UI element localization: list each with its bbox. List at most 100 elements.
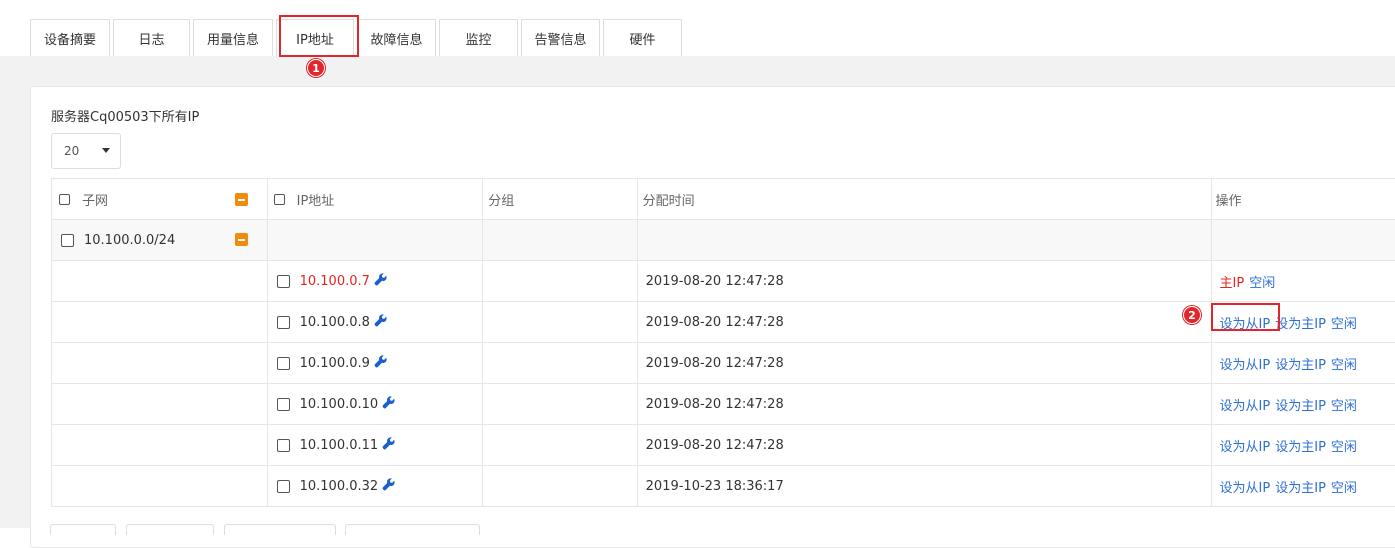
row-checkbox[interactable] <box>277 316 290 329</box>
wrench-icon[interactable] <box>374 314 387 331</box>
time-cell: 2019-08-20 12:47:28 <box>637 384 1211 425</box>
bottom-button[interactable] <box>345 524 480 535</box>
row-checkbox[interactable] <box>277 480 290 493</box>
wrench-icon[interactable] <box>374 273 387 290</box>
row-checkbox[interactable] <box>277 439 290 452</box>
minus-square-icon[interactable] <box>235 233 248 246</box>
set-primary-ip-link[interactable]: 设为主IP <box>1275 395 1326 414</box>
subnet-row: 10.100.0.0/24 <box>52 220 1395 261</box>
assigned-time: 2019-08-20 12:47:28 <box>646 356 784 371</box>
table-header: 子网 IP地址 分组 分配时间 操作 <box>52 179 1395 220</box>
table-row: 10.100.0.11 2019-08-20 12:47:28 设为从IP 设为… <box>52 425 1395 466</box>
header-time-label: 分配时间 <box>643 190 695 209</box>
bottom-button[interactable] <box>224 524 336 535</box>
page-size-select[interactable]: 20 <box>51 133 121 169</box>
set-secondary-ip-link[interactable]: 设为从IP <box>1220 395 1271 414</box>
panel-title: 服务器Cq00503下所有IP <box>51 106 199 125</box>
row-checkbox[interactable] <box>277 398 290 411</box>
time-cell: 2019-08-20 12:47:28 <box>637 302 1211 343</box>
step-badge-2: 2 <box>1183 306 1201 324</box>
header-time: 分配时间 <box>637 179 1211 220</box>
tab-hardware[interactable]: 硬件 <box>603 19 682 56</box>
tab-monitoring[interactable]: 监控 <box>439 19 518 56</box>
idle-link[interactable]: 空闲 <box>1249 272 1275 291</box>
set-secondary-ip-link[interactable]: 设为从IP <box>1220 436 1271 455</box>
ip-cell: 10.100.0.8 <box>267 302 483 343</box>
ip-value: 10.100.0.11 <box>300 438 379 453</box>
assigned-time: 2019-08-20 12:47:28 <box>646 274 784 289</box>
time-cell: 2019-08-20 12:47:28 <box>637 343 1211 384</box>
ip-value: 10.100.0.7 <box>300 274 370 289</box>
header-subnet: 子网 <box>52 179 268 220</box>
header-ops-label: 操作 <box>1216 190 1242 209</box>
page-size-value: 20 <box>64 144 79 158</box>
ops-cell: 设为从IP 设为主IP 空闲 <box>1211 466 1395 507</box>
ops-cell: 设为从IP 设为主IP 空闲 <box>1211 384 1395 425</box>
ops-cell: 设为从IP 设为主IP 空闲 <box>1211 425 1395 466</box>
wrench-icon[interactable] <box>382 396 395 413</box>
set-primary-ip-link[interactable]: 设为主IP <box>1275 477 1326 496</box>
idle-link[interactable]: 空闲 <box>1331 477 1357 496</box>
idle-link[interactable]: 空闲 <box>1331 395 1357 414</box>
idle-link[interactable]: 空闲 <box>1331 436 1357 455</box>
set-primary-ip-link[interactable]: 设为主IP <box>1275 313 1326 332</box>
header-ip: IP地址 <box>267 179 483 220</box>
idle-link[interactable]: 空闲 <box>1331 354 1357 373</box>
table-row: 10.100.0.9 2019-08-20 12:47:28 设为从IP 设为主… <box>52 343 1395 384</box>
header-group: 分组 <box>483 179 637 220</box>
ip-value: 10.100.0.9 <box>300 356 370 371</box>
subnet-checkbox[interactable] <box>61 234 74 247</box>
time-cell: 2019-10-23 18:36:17 <box>637 466 1211 507</box>
ops-cell: 设为从IP 设为主IP 空闲 <box>1211 343 1395 384</box>
header-ip-label: IP地址 <box>297 190 335 209</box>
tab-device-summary[interactable]: 设备摘要 <box>30 19 110 56</box>
ip-value: 10.100.0.32 <box>300 479 379 494</box>
header-group-label: 分组 <box>488 190 514 209</box>
time-cell: 2019-08-20 12:47:28 <box>637 425 1211 466</box>
assigned-time: 2019-08-20 12:47:28 <box>646 438 784 453</box>
wrench-icon[interactable] <box>382 478 395 495</box>
assigned-time: 2019-10-23 18:36:17 <box>646 479 784 494</box>
ops-cell: 主IP 空闲 <box>1211 261 1395 302</box>
step-badge-1: 1 <box>307 59 325 77</box>
ip-cell: 10.100.0.7 <box>267 261 483 302</box>
tab-usage[interactable]: 用量信息 <box>193 19 273 56</box>
row-checkbox[interactable] <box>277 357 290 370</box>
subnet-cell: 10.100.0.0/24 <box>52 220 268 261</box>
bottom-button[interactable] <box>126 524 214 535</box>
ip-table: 子网 IP地址 分组 分配时间 操作 <box>51 178 1395 507</box>
highlight-box-ip-tab <box>279 15 359 57</box>
wrench-icon[interactable] <box>382 437 395 454</box>
table-row: 10.100.0.32 2019-10-23 18:36:17 设为从IP 设为… <box>52 466 1395 507</box>
tab-logs[interactable]: 日志 <box>113 19 190 56</box>
set-secondary-ip-link[interactable]: 设为从IP <box>1220 477 1271 496</box>
primary-ip-label: 主IP <box>1220 272 1245 291</box>
bottom-button[interactable] <box>50 524 116 535</box>
highlight-box-set-secondary <box>1211 303 1280 331</box>
assigned-time: 2019-08-20 12:47:28 <box>646 397 784 412</box>
ip-cell: 10.100.0.10 <box>267 384 483 425</box>
select-all-ip-checkbox[interactable] <box>274 194 285 205</box>
ip-cell: 10.100.0.9 <box>267 343 483 384</box>
ip-cell: 10.100.0.32 <box>267 466 483 507</box>
table-row: 10.100.0.10 2019-08-20 12:47:28 设为从IP 设为… <box>52 384 1395 425</box>
subnet-label: 10.100.0.0/24 <box>84 233 175 248</box>
set-secondary-ip-link[interactable]: 设为从IP <box>1220 354 1271 373</box>
table-row: 10.100.0.7 2019-08-20 12:47:28 主IP 空闲 <box>52 261 1395 302</box>
tab-faults[interactable]: 故障信息 <box>357 19 436 56</box>
ip-cell: 10.100.0.11 <box>267 425 483 466</box>
time-cell: 2019-08-20 12:47:28 <box>637 261 1211 302</box>
ip-value: 10.100.0.10 <box>300 397 379 412</box>
assigned-time: 2019-08-20 12:47:28 <box>646 315 784 330</box>
tab-alerts[interactable]: 告警信息 <box>521 19 600 56</box>
header-ops: 操作 <box>1211 179 1395 220</box>
set-primary-ip-link[interactable]: 设为主IP <box>1275 354 1326 373</box>
minus-square-icon[interactable] <box>235 193 248 206</box>
wrench-icon[interactable] <box>374 355 387 372</box>
select-all-subnet-checkbox[interactable] <box>59 194 70 205</box>
row-checkbox[interactable] <box>277 275 290 288</box>
ip-value: 10.100.0.8 <box>300 315 370 330</box>
set-primary-ip-link[interactable]: 设为主IP <box>1275 436 1326 455</box>
idle-link[interactable]: 空闲 <box>1331 313 1357 332</box>
header-subnet-label: 子网 <box>82 190 108 209</box>
